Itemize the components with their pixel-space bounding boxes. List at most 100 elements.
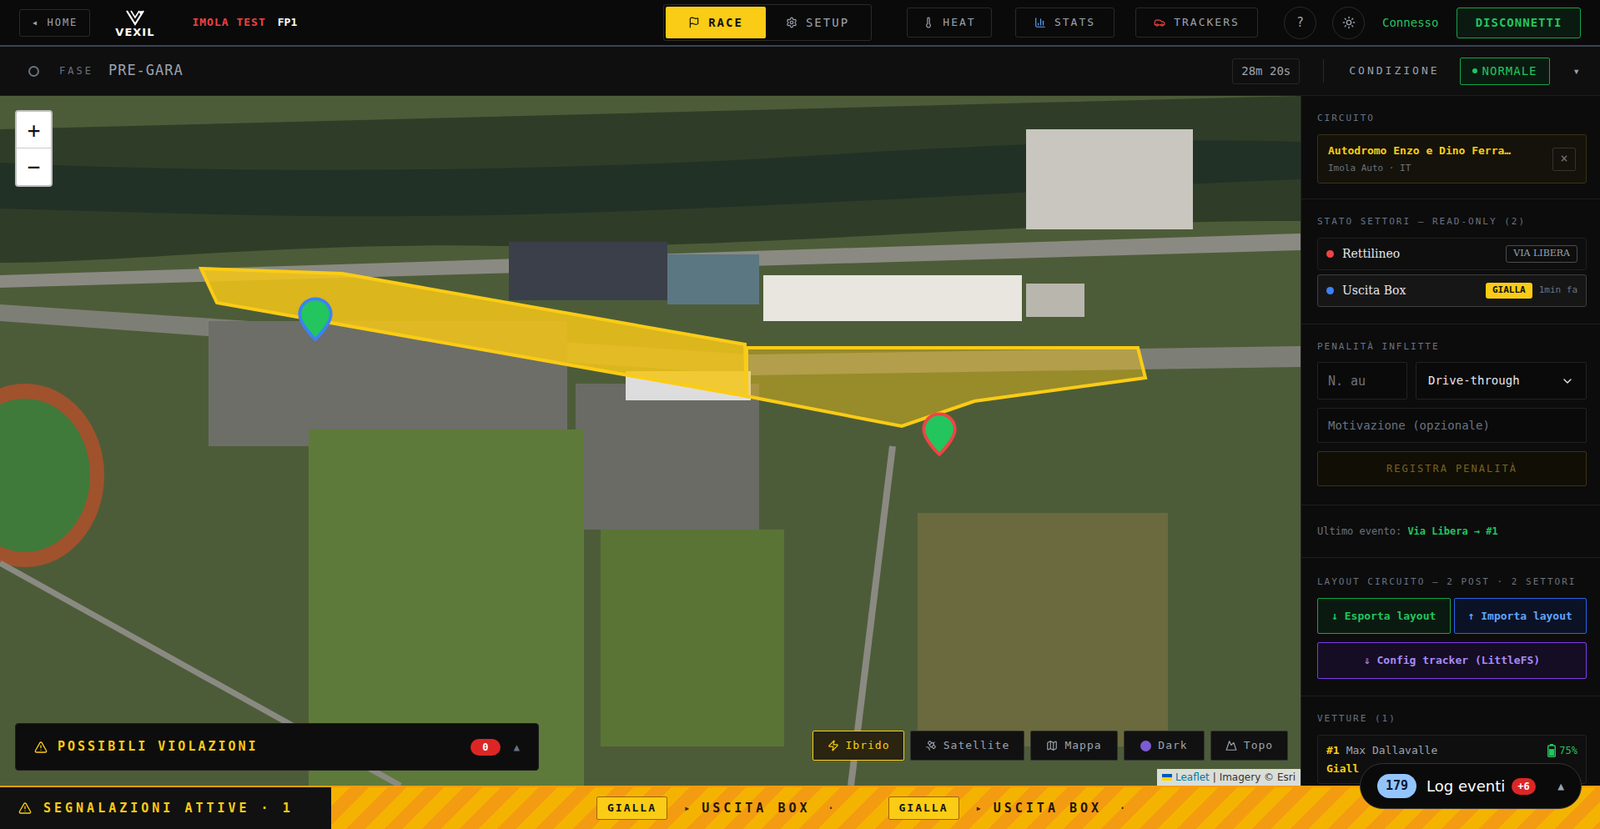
condition-label: CONDIZIONE: [1348, 62, 1439, 80]
layer-button[interactable]: Mappa: [1030, 730, 1118, 761]
chart-icon: [1034, 16, 1047, 29]
sector-overlay[interactable]: [0, 95, 1301, 786]
clear-circuit-button[interactable]: ×: [1552, 147, 1576, 172]
session-name: FP1: [277, 14, 297, 31]
warning-icon: [34, 740, 48, 755]
circuit-section: CIRCUITOAutodromo Enzo e Dino Ferra…Imol…: [1301, 95, 1600, 200]
condition-badge[interactable]: NORMALE: [1459, 57, 1550, 86]
phase-circle-icon: [28, 65, 40, 77]
car-number: #1: [1326, 742, 1340, 760]
logo[interactable]: VEXIL: [115, 8, 155, 38]
circuit-location: Imola Auto · IT: [1328, 161, 1511, 177]
top-bar: ◂ HOME VEXIL IMOLA TEST FP1 RACESETUP HEAT STA…: [0, 0, 1600, 47]
sector-row[interactable]: Rettilineo VIA LIBERA: [1317, 237, 1587, 271]
dark-icon: [1140, 740, 1152, 752]
last-event: Ultimo evento: Via Libera → #1: [1301, 505, 1600, 559]
topo-icon: [1225, 739, 1238, 752]
violations-panel[interactable]: POSSIBILI VIOLAZIONI0▲: [15, 723, 539, 771]
sector-flag: GIALLA: [1485, 282, 1533, 299]
register-penalty-button[interactable]: REGISTRA PENALITÀ: [1317, 451, 1587, 487]
sector-since: 1min fa: [1539, 283, 1578, 298]
violations-count: 0: [470, 739, 501, 756]
flag-icon: [1162, 774, 1173, 781]
phase-label: FASE: [59, 63, 94, 79]
ticker-flag: GIALLA: [596, 796, 668, 821]
layout-section: LAYOUT CIRCUITO — 2 POST · 2 SETTORI↓ Es…: [1301, 558, 1600, 697]
circuit-name: Autodromo Enzo e Dino Ferra…: [1328, 142, 1511, 160]
layer-button[interactable]: Dark: [1123, 730, 1205, 761]
leaflet-link[interactable]: Leaflet: [1175, 769, 1210, 785]
import-layout-button[interactable]: ↑ Importa layout: [1454, 598, 1588, 634]
car-icon: [1153, 16, 1166, 29]
nav-button[interactable]: STATS: [1015, 7, 1115, 38]
penalty-type-select[interactable]: Drive-through: [1415, 362, 1587, 400]
home-button[interactable]: ◂ HOME: [19, 9, 91, 37]
mode-tab[interactable]: SETUP: [765, 6, 870, 39]
mode-tabs: RACESETUP: [663, 4, 872, 41]
condition-caret[interactable]: ▾: [1573, 62, 1580, 81]
event-log-toggle[interactable]: 179 Log eventi +6 ▲: [1359, 763, 1582, 810]
help-button[interactable]: ?: [1283, 6, 1317, 40]
sector-dot: [1326, 250, 1334, 258]
log-toggle: ▲: [1557, 778, 1565, 795]
zoom-out-button[interactable]: −: [16, 148, 51, 186]
driver-name: Max Dallavalle: [1346, 742, 1439, 760]
condition-dot: [1472, 68, 1478, 74]
phase-value: PRE-GARA: [108, 60, 184, 82]
post-marker-icon[interactable]: [297, 296, 333, 343]
sector-polygon[interactable]: [201, 268, 747, 397]
nav-button[interactable]: HEAT: [906, 7, 992, 38]
ticker-item: GIALLA▸USCITA BOX·: [596, 796, 836, 821]
warning-icon: [18, 801, 32, 816]
car-number-input[interactable]: [1317, 362, 1408, 400]
map[interactable]: +− IbridoSatelliteMappaDarkTopo Leaflet| I…: [0, 95, 1301, 786]
log-label: Log eventi: [1426, 774, 1505, 798]
connection-status: Connesso: [1382, 14, 1439, 32]
violations-toggle[interactable]: ▲: [513, 739, 520, 755]
nav-button[interactable]: TRACKERS: [1135, 7, 1258, 38]
ticker-flag: GIALLA: [888, 796, 960, 821]
event-name: IMOLA TEST: [191, 14, 266, 31]
disconnect-button[interactable]: DISCONNETTI: [1456, 7, 1581, 39]
battery-reading: 75%: [1559, 743, 1578, 759]
penalty-section: PENALITÀ INFLITTEDrive-throughREGISTRA P…: [1301, 324, 1600, 506]
mode-tab[interactable]: RACE: [665, 6, 766, 39]
sector-dot: [1326, 286, 1334, 295]
chevron-down-icon: [1560, 374, 1575, 388]
attribution: Leaflet| Imagery © Esri: [1157, 769, 1301, 786]
flag-icon: [688, 16, 700, 29]
config-tracker-button[interactable]: ⇓ Config tracker (LittleFS): [1317, 642, 1587, 680]
map-icon: [1046, 739, 1058, 752]
layer-button[interactable]: Topo: [1210, 730, 1289, 761]
satellite-imagery: [0, 95, 1301, 786]
sectors-section: STATO SETTORI — READ-ONLY (2)RettilineoV…: [1301, 199, 1600, 325]
layer-button[interactable]: Ibrido: [812, 730, 905, 761]
sector-name: Rettilineo: [1342, 245, 1400, 263]
layer-switcher: IbridoSatelliteMappaDarkTopo: [812, 730, 1289, 761]
main: +− IbridoSatelliteMappaDarkTopo Leaflet| I…: [0, 95, 1600, 786]
alerts-title: SEGNALAZIONI ATTIVE · 1: [0, 785, 332, 829]
ticker-item: GIALLA▸USCITA BOX·: [888, 796, 1128, 821]
hybrid-icon: [827, 739, 840, 752]
reason-input[interactable]: [1317, 407, 1587, 443]
log-new-count: +6: [1511, 778, 1535, 795]
logo-icon: [124, 8, 146, 27]
satellite-icon: [925, 739, 937, 752]
app: ◂ HOME VEXIL IMOLA TEST FP1 RACESETUP HEAT STA…: [0, 0, 1600, 829]
zoom-in-button[interactable]: +: [16, 111, 51, 149]
sun-icon: [1342, 15, 1356, 30]
log-count: 179: [1377, 774, 1417, 799]
post-marker-icon[interactable]: [921, 412, 957, 458]
divider: [1323, 59, 1324, 83]
sector-flag: VIA LIBERA: [1505, 245, 1578, 263]
export-layout-button[interactable]: ↓ Esporta layout: [1317, 598, 1451, 634]
theme-button[interactable]: [1332, 6, 1365, 40]
brand-area: ◂ HOME VEXIL IMOLA TEST FP1: [19, 8, 664, 38]
battery-icon: [1547, 744, 1556, 758]
circuit-card[interactable]: Autodromo Enzo e Dino Ferra…Imola Auto ·…: [1317, 134, 1587, 184]
sidebar: CIRCUITOAutodromo Enzo e Dino Ferra…Imol…: [1300, 95, 1600, 786]
layer-button[interactable]: Satellite: [910, 730, 1025, 761]
phase-bar: FASEPRE-GARA28m 20sCONDIZIONENORMALE▾: [0, 46, 1600, 96]
sector-row[interactable]: Uscita Box GIALLA 1min fa: [1317, 274, 1587, 307]
sector-name: Uscita Box: [1342, 281, 1406, 300]
